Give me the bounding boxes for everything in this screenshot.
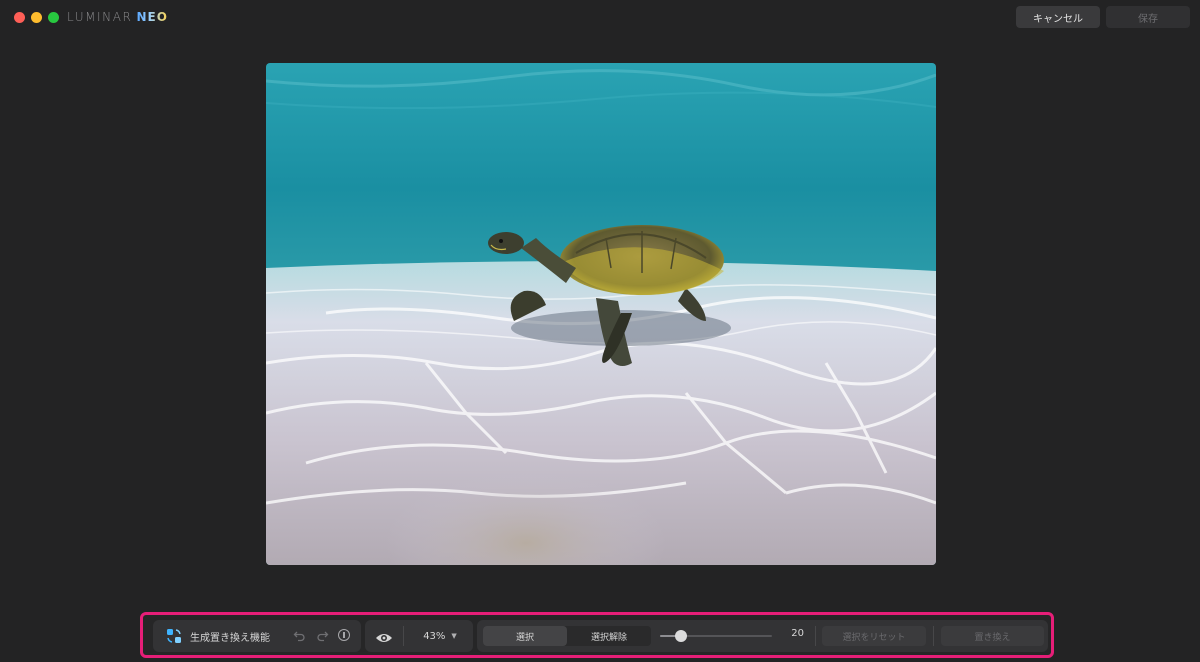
eye-icon[interactable] (375, 629, 393, 648)
tool-title: 生成置き換え機能 (160, 625, 280, 647)
zoom-window-button[interactable] (48, 12, 59, 23)
selection-mode-toggle: 選択 選択解除 (483, 626, 651, 646)
logo-text-luminar: LUMINAR (67, 10, 133, 24)
minimize-window-button[interactable] (31, 12, 42, 23)
app-logo: LUMINAR NEO (67, 10, 168, 24)
turtle-photo (266, 63, 936, 565)
replace-button[interactable]: 置き換え (941, 626, 1044, 646)
deselect-mode-button[interactable]: 選択解除 (567, 626, 651, 646)
image-canvas[interactable] (266, 63, 936, 565)
brush-size-slider[interactable] (660, 630, 772, 642)
logo-text-neo: NEO (136, 10, 168, 24)
zoom-value: 43% (423, 630, 446, 642)
divider (933, 626, 934, 646)
divider (815, 626, 816, 646)
info-icon[interactable] (338, 629, 350, 641)
generative-replace-icon (166, 628, 182, 644)
chevron-down-icon: ▼ (451, 632, 457, 640)
slider-thumb[interactable] (675, 630, 687, 642)
brush-size-value: 20 (791, 628, 804, 639)
cancel-button[interactable]: キャンセル (1016, 6, 1100, 28)
title-bar: LUMINAR NEO キャンセル 保存 (0, 0, 1200, 34)
close-window-button[interactable] (14, 12, 25, 23)
divider (403, 626, 404, 646)
tool-label: 生成置き換え機能 (190, 632, 270, 644)
save-button[interactable]: 保存 (1106, 6, 1190, 28)
redo-icon[interactable] (316, 629, 329, 645)
app-window: LUMINAR NEO キャンセル 保存 生成置き換え機能 43% ▼ 選択 選… (0, 0, 1200, 662)
zoom-dropdown[interactable]: 43% ▼ (410, 626, 470, 646)
reset-selection-button[interactable]: 選択をリセット (822, 626, 926, 646)
undo-icon[interactable] (293, 629, 306, 645)
select-mode-button[interactable]: 選択 (483, 626, 567, 646)
